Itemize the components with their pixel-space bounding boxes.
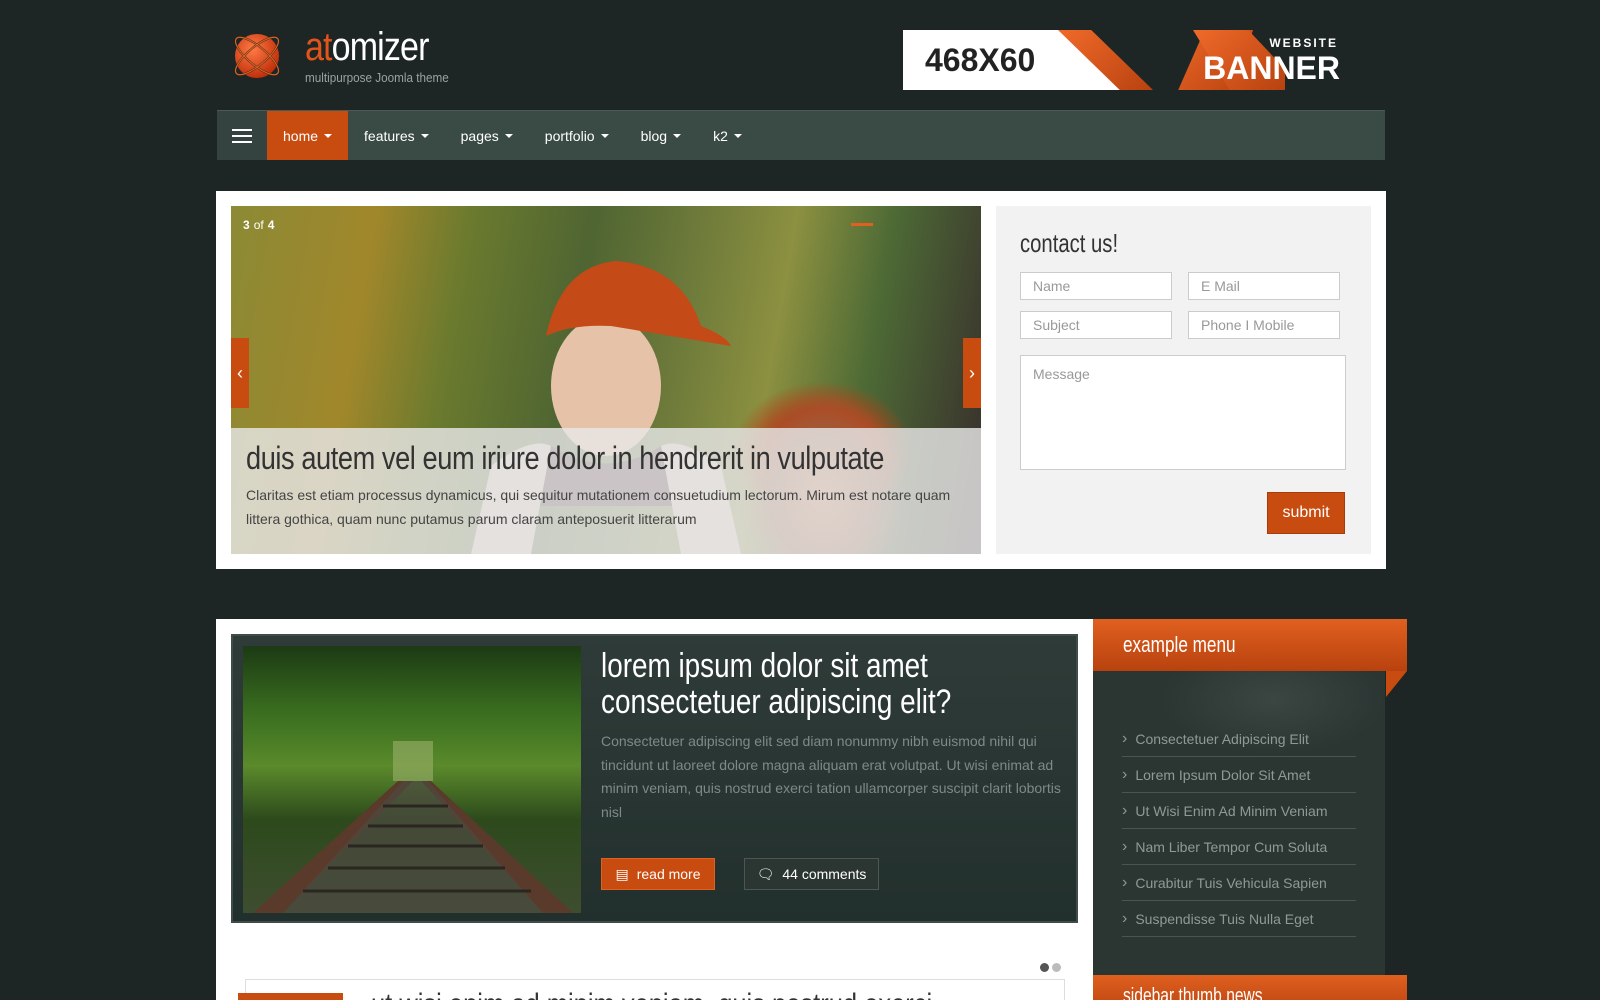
article-tag	[238, 993, 343, 1000]
submit-button[interactable]: submit	[1267, 492, 1345, 534]
comments-button[interactable]: 🗨 44 comments	[744, 858, 879, 890]
prev-slide-button[interactable]: ‹	[231, 338, 249, 408]
nav-item-portfolio[interactable]: portfolio	[529, 111, 625, 160]
nav-item-features[interactable]: features	[348, 111, 445, 160]
banner-size-text: 468X60	[925, 42, 1036, 78]
chevron-left-icon: ‹	[237, 362, 243, 383]
article-excerpt: Consectetuer adipiscing elit sed diam no…	[601, 733, 1061, 820]
carousel-dot[interactable]	[1040, 963, 1049, 972]
subject-field[interactable]	[1020, 311, 1172, 339]
nav-item-k2[interactable]: k2	[697, 111, 758, 160]
next-article-preview: ut wisi enim ad minim veniam, quis nostr…	[238, 979, 1065, 1000]
caret-down-icon	[600, 133, 609, 138]
carousel-dot[interactable]	[1052, 963, 1061, 972]
banner-small-text: WEBSITE	[1269, 36, 1338, 50]
sidebar-menu: Consectetuer Adipiscing Elit Lorem Ipsum…	[1122, 721, 1356, 937]
sidebar-thumb-news-header: sidebar thumb news	[1093, 975, 1407, 1000]
atom-logo-icon	[229, 24, 285, 86]
message-field[interactable]	[1020, 355, 1346, 470]
caret-down-icon	[324, 133, 333, 138]
image-slider[interactable]: 3 of 4 ‹ › duis autem vel eum iriure dolor…	[231, 206, 981, 554]
email-field[interactable]	[1188, 272, 1340, 300]
slide-counter: 3 of 4	[243, 218, 275, 232]
sidebar-menu-item[interactable]: Suspendisse Tuis Nulla Eget	[1122, 901, 1356, 937]
sidebar-menu-item[interactable]: Ut Wisi Enim Ad Minim Veniam	[1122, 793, 1356, 829]
slide-title: duis autem vel eum iriure dolor in hendr…	[246, 440, 884, 476]
article-thumbnail[interactable]	[243, 646, 581, 913]
main-navigation: home features pages portfolio blog k2	[217, 110, 1385, 160]
comments-icon: 🗨	[756, 865, 775, 882]
contact-form: contact us! submit	[996, 206, 1371, 554]
caret-down-icon	[673, 133, 682, 138]
ribbon-fold	[1386, 671, 1407, 697]
read-more-button[interactable]: ▤ read more	[601, 858, 715, 890]
nav-item-blog[interactable]: blog	[625, 111, 697, 160]
logo-tagline: multipurpose Joomla theme	[305, 69, 449, 85]
sidebar-menu-item[interactable]: Lorem Ipsum Dolor Sit Amet	[1122, 757, 1356, 793]
nav-item-home[interactable]: home	[267, 111, 349, 160]
phone-field[interactable]	[1188, 311, 1340, 339]
sidebar-menu-item[interactable]: Curabitur Tuis Vehicula Sapien	[1122, 865, 1356, 901]
contact-title: contact us!	[1020, 228, 1119, 258]
hamburger-menu-icon[interactable]	[217, 111, 267, 160]
caret-down-icon	[504, 133, 513, 138]
sidebar-menu-item[interactable]: Nam Liber Tempor Cum Soluta	[1122, 829, 1356, 865]
site-logo[interactable]: atomizer multipurpose Joomla theme	[229, 24, 465, 86]
caret-down-icon	[420, 133, 429, 138]
caret-down-icon	[733, 133, 742, 138]
next-slide-button[interactable]: ›	[963, 338, 981, 408]
article-title[interactable]: lorem ipsum dolor sit amet consectetuer …	[601, 648, 1060, 720]
document-icon: ▤	[615, 865, 629, 882]
chevron-right-icon: ›	[969, 362, 975, 383]
website-banner-ad[interactable]: 468X60 WEBSITE BANNER	[903, 30, 1366, 90]
next-article-title[interactable]: ut wisi enim ad minim veniam, quis nostr…	[371, 988, 932, 1000]
name-field[interactable]	[1020, 272, 1172, 300]
carousel-dots	[1040, 963, 1061, 972]
sidebar-menu-item[interactable]: Consectetuer Adipiscing Elit	[1122, 721, 1356, 757]
nav-item-pages[interactable]: pages	[445, 111, 529, 160]
sidebar-menu-header: example menu	[1093, 619, 1407, 671]
slide-caption: duis autem vel eum iriure dolor in hendr…	[231, 428, 981, 554]
slide-indicator[interactable]	[851, 223, 873, 226]
featured-article: lorem ipsum dolor sit amet consectetuer …	[231, 634, 1078, 923]
logo-title: atomizer	[305, 24, 429, 69]
banner-big-text: BANNER	[1203, 50, 1340, 86]
slide-text: Claritas est etiam processus dynamicus, …	[246, 487, 951, 527]
